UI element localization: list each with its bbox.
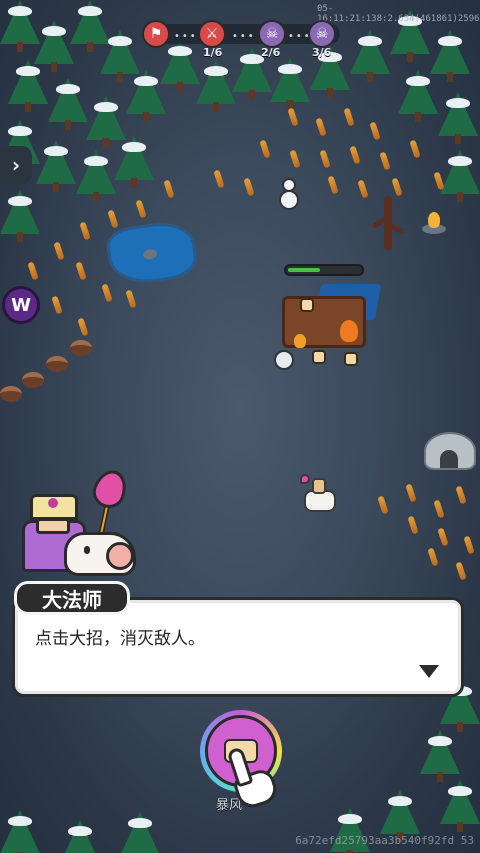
wheat-stalk (357, 179, 369, 199)
soldier-unit (300, 298, 314, 312)
tree-stump (46, 356, 68, 372)
triangle-down-icon[interactable] (419, 665, 439, 678)
wheat-stalk (433, 499, 445, 519)
wheat-stalk (349, 145, 361, 165)
pine-tree (398, 70, 438, 122)
stage-count: 3/6 (312, 46, 332, 59)
pine-tree (350, 30, 390, 82)
wheat-stalk (79, 221, 91, 241)
wheat-stalk (405, 483, 417, 503)
dead-tree (370, 196, 406, 252)
wheat-stalk (53, 241, 65, 261)
enemy-health-fill (288, 268, 321, 272)
pine-tree (36, 140, 76, 192)
wheat-stalk (125, 289, 137, 309)
wheat-stalk (407, 515, 419, 535)
wheat-stalk (287, 107, 299, 127)
wheat-stalk (369, 121, 381, 141)
wheat-stalk (343, 107, 355, 127)
sword-icon: ⚔ (198, 20, 226, 48)
wheat-stalk (437, 527, 449, 547)
wheat-stalk (27, 261, 39, 281)
cave-rock (424, 432, 476, 470)
pine-tree (0, 810, 40, 853)
pine-tree (196, 60, 236, 112)
wheat-stalk (163, 179, 175, 199)
skull-icon: ☠ (308, 20, 336, 48)
wheat-stalk (107, 209, 119, 229)
wheat-stalk (259, 139, 271, 159)
pine-tree (114, 136, 154, 188)
progress-dots: ••• (174, 31, 198, 42)
flag-icon: ⚑ (142, 20, 170, 48)
tutorial-pointer-hand-icon (226, 746, 281, 812)
wheat-stalk (319, 149, 331, 169)
wheat-stalk (391, 177, 403, 197)
pine-tree (420, 730, 460, 782)
pine-tree (8, 60, 48, 112)
pine-tree (270, 58, 310, 110)
enemy-tower[interactable] (272, 264, 382, 376)
wave-progress-bar: ⚑ ••• ⚔ 1/6 ••• ☠ 2/6 ••• ☠ 3/6 (136, 14, 344, 59)
enemy-health-bar (284, 264, 364, 276)
pine-tree (60, 820, 100, 853)
expand-sidebar-button[interactable]: › (0, 146, 32, 184)
pine-tree (440, 780, 480, 832)
pine-tree (120, 812, 160, 853)
pond-rock (142, 248, 158, 261)
campfire (422, 212, 446, 234)
wheat-stalk (75, 261, 87, 281)
tree-stump (0, 386, 22, 402)
frozen-pond (104, 218, 200, 288)
wheat-stalk (315, 117, 327, 137)
tree-stump (70, 340, 92, 356)
wheat-stalk (377, 495, 389, 515)
pine-tree (440, 150, 480, 202)
wheat-stalk (51, 295, 63, 315)
watermark-hash: 6a72efd25793aa3b540f92fd 53 (295, 834, 474, 847)
wheat-stalk (463, 535, 475, 555)
crystal-icon (88, 465, 132, 513)
pine-tree (48, 78, 88, 130)
chevron-right-icon: › (11, 153, 21, 177)
pine-tree (0, 190, 40, 242)
stage-count: 1/6 (203, 46, 223, 59)
pine-tree (438, 92, 478, 144)
wheat-stalk (243, 177, 255, 197)
wheat-stalk (409, 139, 421, 159)
dialog-text: 点击大招，消灭敌人。 (35, 629, 205, 649)
wheat-stalk (455, 561, 467, 581)
archmage-portrait (12, 465, 142, 586)
hero-badge-button[interactable]: W (2, 286, 40, 324)
speaker-name: 大法师 (14, 581, 130, 615)
snowman (276, 178, 302, 212)
skull-icon: ☠ (258, 20, 286, 48)
wheat-stalk (427, 547, 439, 567)
fire-icon (340, 320, 358, 342)
wheat-stalk (455, 485, 467, 505)
progress-dots: ••• (232, 31, 256, 42)
wheat-stalk (101, 283, 113, 303)
fire-icon (294, 334, 306, 348)
wheat-stalk (379, 151, 391, 171)
skull-enemy (274, 350, 294, 370)
pine-tree (76, 150, 116, 202)
wheat-stalk (213, 169, 225, 189)
w-logo-icon: W (11, 294, 31, 316)
wheat-stalk (77, 317, 89, 337)
wheat-stalk (327, 175, 339, 195)
tree-stump (22, 372, 44, 388)
unicorn-knight-unit[interactable] (300, 474, 340, 520)
wheat-stalk (289, 149, 301, 169)
soldier-unit (312, 350, 326, 364)
wheat-stalk (135, 199, 147, 219)
stage-count: 2/6 (261, 46, 281, 59)
soldier-unit (344, 352, 358, 366)
